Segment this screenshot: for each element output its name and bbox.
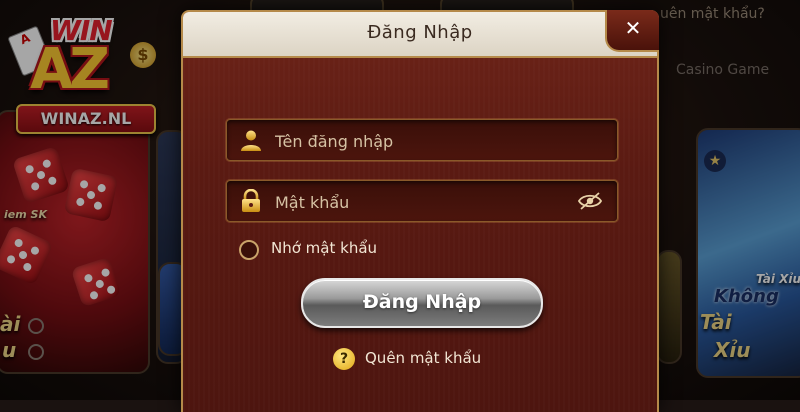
password-input[interactable] <box>273 181 567 223</box>
question-icon: ? <box>333 348 355 370</box>
username-input[interactable] <box>273 120 567 162</box>
login-dialog: Đăng Nhập ✕ Tên đăng nhập Nhớ mật khẩu Đ… <box>181 10 659 412</box>
lock-icon <box>242 189 260 212</box>
close-icon: ✕ <box>624 16 642 40</box>
password-field[interactable] <box>226 180 618 223</box>
eye-slash-icon[interactable] <box>577 191 603 211</box>
close-button[interactable]: ✕ <box>605 10 659 52</box>
login-button[interactable]: Đăng Nhập <box>301 278 543 328</box>
remember-password-radio[interactable] <box>239 240 259 260</box>
user-icon <box>241 130 261 151</box>
remember-password-label: Nhớ mật khẩu <box>271 239 378 257</box>
dialog-title: Đăng Nhập <box>367 22 473 43</box>
dialog-header: Đăng Nhập <box>183 12 657 58</box>
login-button-label: Đăng Nhập <box>362 291 482 313</box>
username-field[interactable] <box>226 119 618 162</box>
forgot-password-label: Quên mật khẩu <box>365 349 482 367</box>
